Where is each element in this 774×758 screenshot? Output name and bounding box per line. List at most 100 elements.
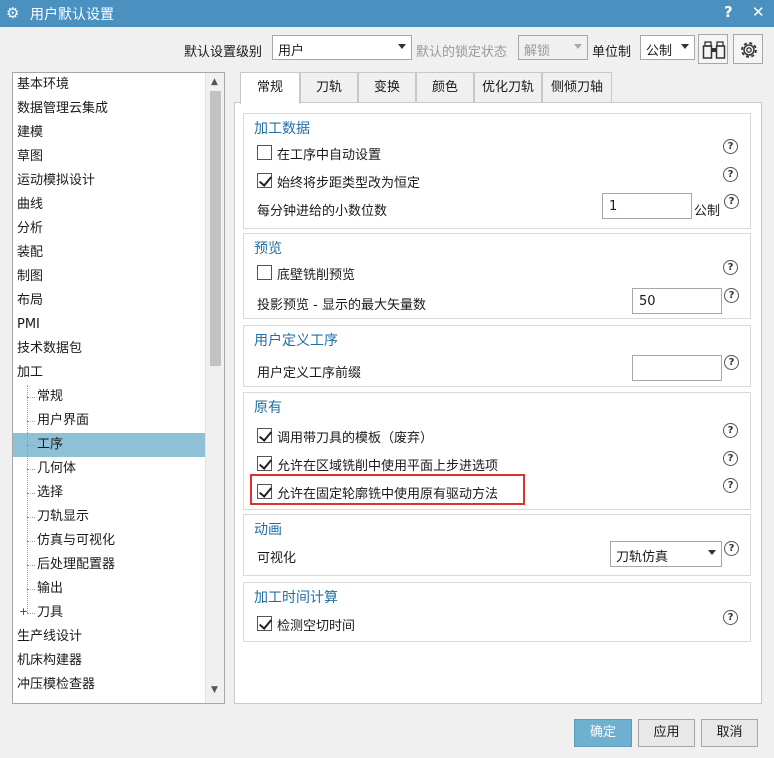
tree-item[interactable]: 基本环境 [13,73,205,97]
scrollbar-thumb[interactable] [210,91,221,366]
area-milling-stepover-checkbox[interactable] [257,456,272,471]
help-icon[interactable]: ? [724,541,739,556]
chevron-down-icon [681,44,689,49]
units-dropdown[interactable]: 公制 [640,35,695,60]
settings-button[interactable] [733,34,763,64]
visualize-label: 可视化 [257,551,297,566]
tree-item[interactable]: 曲线 [13,193,205,217]
tree-item[interactable]: PMI [13,313,205,337]
tree-item[interactable]: 分析 [13,217,205,241]
scroll-down-icon[interactable]: ▼ [211,685,218,695]
tab-color[interactable]: 颜色 [416,72,474,103]
group-user-defined-op: 用户定义工序 用户定义工序前缀 ? [243,325,751,387]
ok-button[interactable]: 确定 [574,719,632,747]
tree-item[interactable]: 机床构建器 [13,649,205,673]
tree-subitem[interactable]: 刀具 [13,601,205,625]
area-milling-stepover-label: 允许在区域铣削中使用平面上步进选项 [277,459,499,474]
chevron-down-icon [398,44,406,49]
tree-item[interactable]: 制图 [13,265,205,289]
tree-subitem[interactable]: 选择 [13,481,205,505]
scroll-up-icon[interactable]: ▲ [211,77,218,87]
feed-decimals-value: 1 [609,199,618,214]
help-icon[interactable]: ? [723,167,738,182]
feed-decimals-input[interactable]: 1 [602,193,692,219]
group-title: 原有 [254,400,282,416]
detect-air-cut-label: 检测空切时间 [277,619,356,634]
tree-item[interactable]: 草图 [13,145,205,169]
help-icon[interactable]: ? [723,260,738,275]
max-vectors-input[interactable]: 50 [632,288,722,314]
tree-item[interactable]: 数据管理云集成 [13,97,205,121]
tree-item[interactable]: 运动模拟设计 [13,169,205,193]
help-icon[interactable]: ? [723,478,738,493]
help-icon[interactable]: ? [723,139,738,154]
tree-connector [27,541,35,542]
stepover-constant-checkbox[interactable] [257,173,272,188]
title-bar: ⚙ 用户默认设置 ? ✕ [0,0,774,27]
apply-button[interactable]: 应用 [638,719,695,747]
help-icon[interactable]: ? [723,451,738,466]
group-animation: 动画 可视化 刀轨仿真 ? [243,514,751,576]
template-with-tool-label: 调用带刀具的模板（废弃） [277,431,434,446]
visualize-dropdown[interactable]: 刀轨仿真 [610,541,722,567]
help-icon[interactable]: ? [724,355,739,370]
tree-subitem[interactable]: 工序 [13,433,205,457]
tab-general[interactable]: 常规 [240,72,300,104]
tree-subitem[interactable]: 输出 [13,577,205,601]
dialog-window: ⚙ 用户默认设置 ? ✕ 默认设置级别 用户 默认的锁定状态 解锁 单位制 公制 [0,0,774,758]
template-with-tool-checkbox[interactable] [257,428,272,443]
group-legacy: 原有 调用带刀具的模板（废弃） ? 允许在区域铣削中使用平面上步进选项 ? 允许… [243,392,751,510]
help-icon[interactable]: ? [724,288,739,303]
tab-transform[interactable]: 变换 [358,72,416,103]
tree-item[interactable]: 技术数据包 [13,337,205,361]
annotation-highlight-box [250,474,525,505]
tab-toolpath[interactable]: 刀轨 [300,72,358,103]
tree-connector [27,493,35,494]
detect-air-cut-checkbox[interactable] [257,616,272,631]
tree-item[interactable]: 建模 [13,121,205,145]
user-op-prefix-input[interactable] [632,355,722,381]
visualize-value: 刀轨仿真 [616,550,669,565]
tree-item[interactable]: 冲压模检查器 [13,673,205,697]
tree-connector [27,469,35,470]
tree-item[interactable]: 生产线设计 [13,625,205,649]
tree-subitem[interactable]: 几何体 [13,457,205,481]
tree-subitem[interactable]: 常规 [13,385,205,409]
tree-subitem[interactable]: 用户界面 [13,409,205,433]
tree-scrollbar[interactable]: ▲ ▼ [205,73,224,703]
user-op-prefix-label: 用户定义工序前缀 [257,366,362,381]
gear-icon: ⚙ [6,4,20,22]
group-title: 加工时间计算 [254,590,338,606]
find-button[interactable] [698,34,728,64]
tree-connector [27,517,35,518]
close-button[interactable]: ✕ [752,3,765,21]
category-tree: 基本环境 数据管理云集成 建模 草图 运动模拟设计 曲线 分析 装配 制图 布局 PMI 技术数据包加… [12,72,225,704]
tree-subitem[interactable]: 刀轨显示 [13,505,205,529]
help-icon[interactable]: ? [724,194,739,209]
level-label: 默认设置级别 [184,45,263,60]
level-dropdown[interactable]: 用户 [272,35,412,60]
help-icon[interactable]: ? [723,423,738,438]
lock-dropdown[interactable]: 解锁 [518,35,588,60]
tree-item[interactable]: 装配 [13,241,205,265]
tree-subitem[interactable]: 仿真与可视化 [13,529,205,553]
level-value: 用户 [278,44,305,59]
help-button[interactable]: ? [724,3,733,21]
auto-setup-checkbox[interactable] [257,145,272,160]
tree-subitem[interactable]: 后处理配置器 [13,553,205,577]
chevron-down-icon [708,550,716,555]
tree-item[interactable]: 加工 [13,361,205,385]
stepover-constant-label: 始终将步距类型改为恒定 [277,176,421,191]
cancel-button[interactable]: 取消 [701,719,758,747]
tab-optimize-toolpath[interactable]: 优化刀轨 [474,72,542,103]
group-time-calc: 加工时间计算 检测空切时间 ? [243,582,751,642]
expand-icon[interactable]: + [18,606,29,618]
tab-tilt-tool-axis[interactable]: 侧倾刀轴 [542,72,612,103]
group-preview: 预览 底壁铣削预览 ? 投影预览 - 显示的最大矢量数 50 ? [243,233,751,319]
settings-tabs: 常规 刀轨 变换 颜色 优化刀轨 侧倾刀轴 加工数据 在工序中自动设置 ? 始终… [234,72,762,704]
floor-wall-preview-checkbox[interactable] [257,265,272,280]
units-label: 单位制 [592,45,632,60]
group-title: 用户定义工序 [254,333,338,349]
tree-item[interactable]: 布局 [13,289,205,313]
help-icon[interactable]: ? [723,610,738,625]
